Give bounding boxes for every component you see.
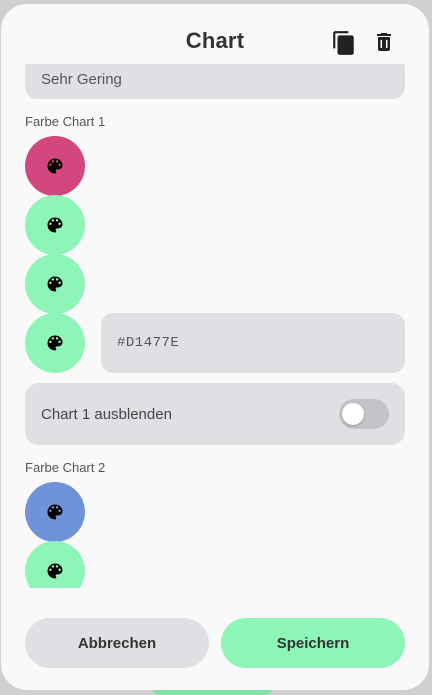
chart-settings-dialog: Chart Sehr Gering Farbe Chart 1 #D1477E … [1,4,429,690]
level-value: Sehr Gering [41,71,122,88]
palette-icon [47,158,63,174]
palette-icon [47,276,63,292]
level-select[interactable]: Sehr Gering [25,64,405,99]
palette-icon [47,217,63,233]
chart1-swatch-green[interactable] [25,195,85,255]
chart1-hide-toggle[interactable] [339,399,389,429]
chart1-swatch-green[interactable] [25,313,85,373]
cancel-button[interactable]: Abbrechen [25,618,209,668]
delete-icon [377,33,391,51]
chart1-hex-input[interactable] [101,313,405,373]
palette-icon [47,335,63,351]
chart1-swatch-pink[interactable] [25,136,85,196]
copy-button[interactable] [331,30,357,56]
chart2-color-label: Farbe Chart 2 [25,460,106,475]
chart2-swatch-green[interactable] [25,541,85,588]
palette-icon [47,563,63,579]
chart1-swatch-green[interactable] [25,254,85,314]
save-button[interactable]: Speichern [221,618,405,668]
dialog-header: Chart [1,4,429,64]
chart1-hide-label: Chart 1 ausblenden [41,406,172,423]
dialog-title: Chart [185,28,245,53]
copy-icon [333,31,354,55]
chart1-color-label: Farbe Chart 1 [25,114,106,129]
dialog-scroll-content[interactable]: Sehr Gering Farbe Chart 1 Chart 1 ausble… [1,64,429,588]
chart2-swatch-blue[interactable] [25,482,85,542]
palette-icon [47,504,63,520]
delete-button[interactable] [372,30,398,56]
chart1-hide-row: Chart 1 ausblenden [25,383,405,445]
toggle-knob [342,403,364,425]
